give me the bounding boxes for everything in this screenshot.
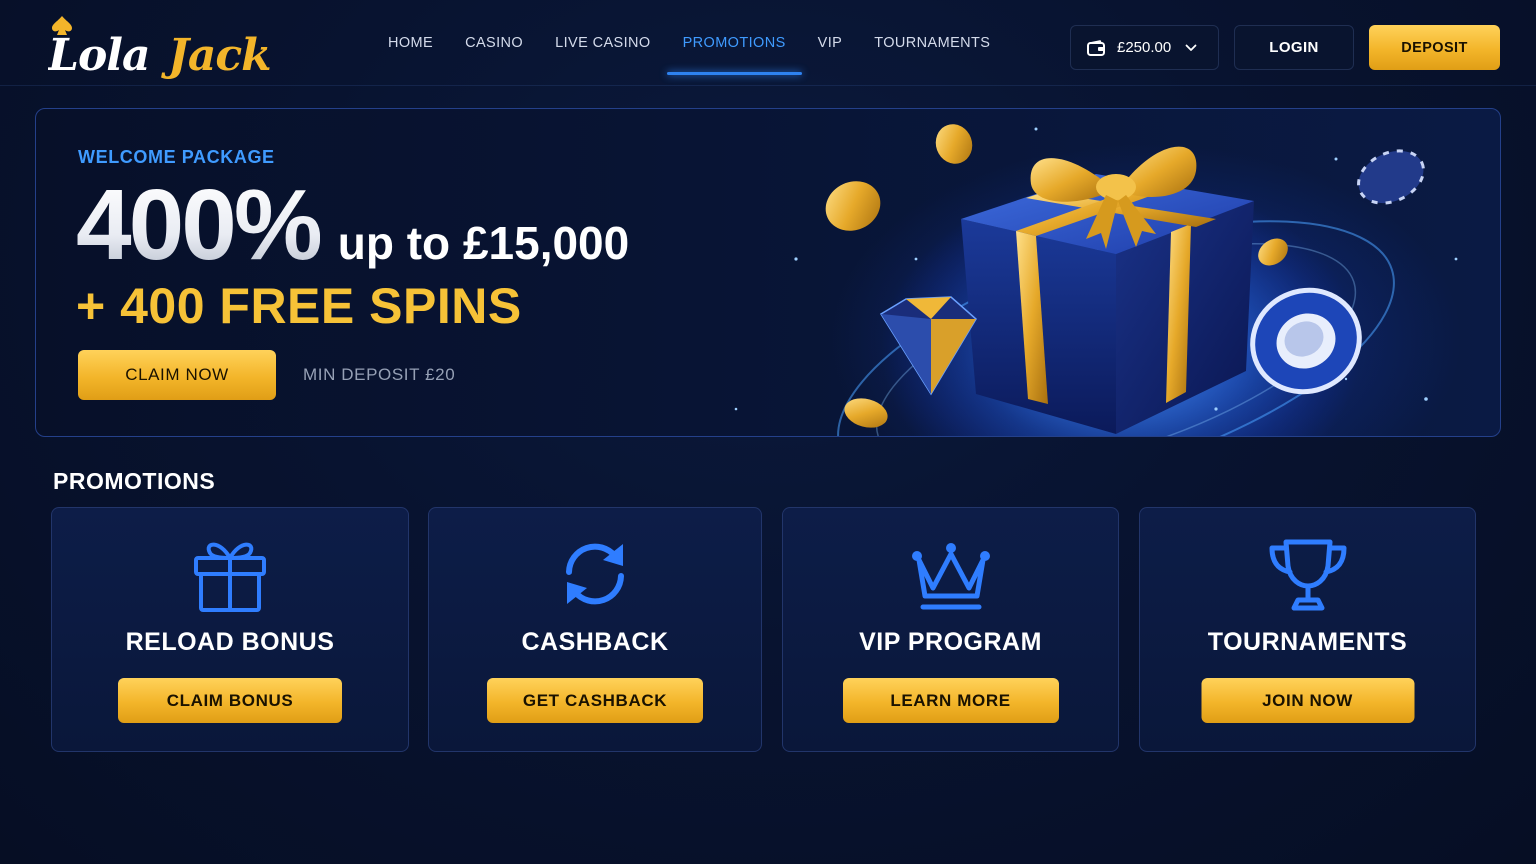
hero-bonus-max: up to £15,000 xyxy=(337,217,630,269)
balance-amount: £250.00 xyxy=(1117,39,1172,56)
nav-casino[interactable]: CASINO xyxy=(449,0,539,86)
claim-bonus-button[interactable]: CLAIM BONUS xyxy=(118,678,342,723)
hero-free-spins: + 400 FREE SPINS xyxy=(76,278,522,334)
promo-card-vip-program: VIP PROGRAM LEARN MORE xyxy=(782,507,1119,752)
promo-card-title: RELOAD BONUS xyxy=(125,628,335,656)
wallet-balance-dropdown[interactable]: £250.00 xyxy=(1070,25,1219,70)
nav-home[interactable]: HOME xyxy=(372,0,449,86)
learn-more-button[interactable]: LEARN MORE xyxy=(842,678,1059,723)
trophy-icon xyxy=(1269,539,1346,611)
poker-chip-small-illustration xyxy=(1357,149,1425,205)
brand-logo[interactable]: Lola Jack xyxy=(48,12,288,82)
nav-tournaments[interactable]: TOURNAMENTS xyxy=(858,0,1006,86)
top-header: Lola Jack HOME CASINO LIVE CASINO PROMOT… xyxy=(0,0,1536,86)
deposit-button[interactable]: DEPOSIT xyxy=(1369,25,1500,70)
join-now-button[interactable]: JOIN NOW xyxy=(1201,678,1414,723)
nav-live-casino[interactable]: LIVE CASINO xyxy=(539,0,666,86)
refresh-icon xyxy=(566,543,624,605)
chevron-down-icon xyxy=(1185,44,1197,51)
wallet-icon xyxy=(1087,39,1105,56)
promotions-section-title: PROMOTIONS xyxy=(53,468,216,494)
logo-text-lola: Lola xyxy=(48,30,150,81)
crown-icon xyxy=(911,543,990,610)
hero-eyebrow: WELCOME PACKAGE xyxy=(78,147,275,167)
promo-card-title: TOURNAMENTS xyxy=(1207,628,1408,656)
nav-promotions[interactable]: PROMOTIONS xyxy=(666,0,802,86)
welcome-hero-banner: WELCOME PACKAGE 400% up to £15,000 + 400… xyxy=(35,108,1501,437)
promo-card-tournaments: TOURNAMENTS JOIN NOW xyxy=(1139,507,1476,752)
nav-vip[interactable]: VIP xyxy=(802,0,859,86)
min-deposit-note: MIN DEPOSIT £20 xyxy=(303,365,456,384)
promo-card-title: CASHBACK xyxy=(521,628,669,656)
promo-card-reload-bonus: RELOAD BONUS CLAIM BONUS xyxy=(51,507,409,752)
logo-graphic: Lola Jack xyxy=(48,16,272,81)
gift-icon xyxy=(194,542,266,612)
hero-headline: 400% up to £15,000 xyxy=(76,175,629,275)
promo-card-title: VIP PROGRAM xyxy=(859,628,1042,656)
hero-bonus-percent: 400% xyxy=(76,169,323,281)
promo-card-cashback: CASHBACK GET CASHBACK xyxy=(428,507,762,752)
get-cashback-button[interactable]: GET CASHBACK xyxy=(487,678,703,723)
login-button[interactable]: LOGIN xyxy=(1234,25,1354,70)
claim-now-button[interactable]: CLAIM NOW xyxy=(78,350,276,400)
logo-text-jack: Jack xyxy=(161,30,271,81)
main-nav: HOME CASINO LIVE CASINO PROMOTIONS VIP T… xyxy=(372,0,1006,86)
